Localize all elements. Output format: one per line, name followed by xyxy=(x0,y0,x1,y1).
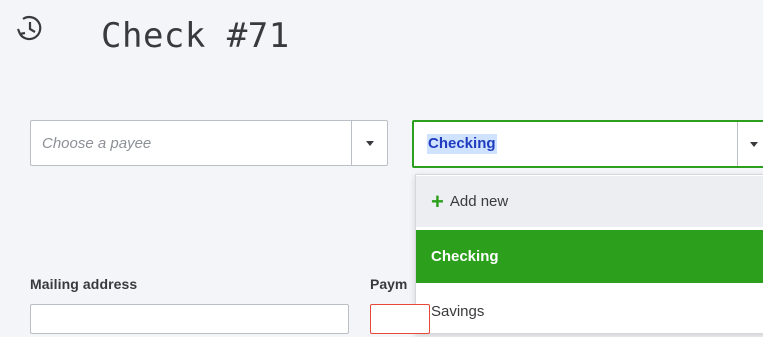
payee-combobox[interactable] xyxy=(30,120,388,166)
account-dropdown-menu: + Add new Checking Savings xyxy=(415,174,763,334)
option-savings[interactable]: Savings xyxy=(416,285,763,337)
bank-account-combobox[interactable]: Checking xyxy=(412,120,763,168)
page-title: Check #71 xyxy=(101,16,290,56)
option-checking[interactable]: Checking xyxy=(416,230,763,283)
chevron-down-icon xyxy=(366,140,374,146)
history-icon[interactable] xyxy=(14,12,46,44)
bank-account-dropdown-button[interactable] xyxy=(737,122,763,166)
mailing-address-label: Mailing address xyxy=(30,276,138,292)
bank-account-input[interactable]: Checking xyxy=(427,134,497,154)
payment-date-field[interactable] xyxy=(370,304,430,334)
add-new-option[interactable]: + Add new xyxy=(416,176,763,227)
chevron-down-icon xyxy=(750,141,758,147)
payee-input[interactable] xyxy=(31,121,349,165)
add-new-label: Add new xyxy=(449,193,509,210)
mailing-address-field[interactable] xyxy=(30,304,349,334)
payment-date-label: Paym xyxy=(370,276,408,292)
plus-icon: + xyxy=(431,188,444,214)
payee-dropdown-button[interactable] xyxy=(351,121,388,165)
